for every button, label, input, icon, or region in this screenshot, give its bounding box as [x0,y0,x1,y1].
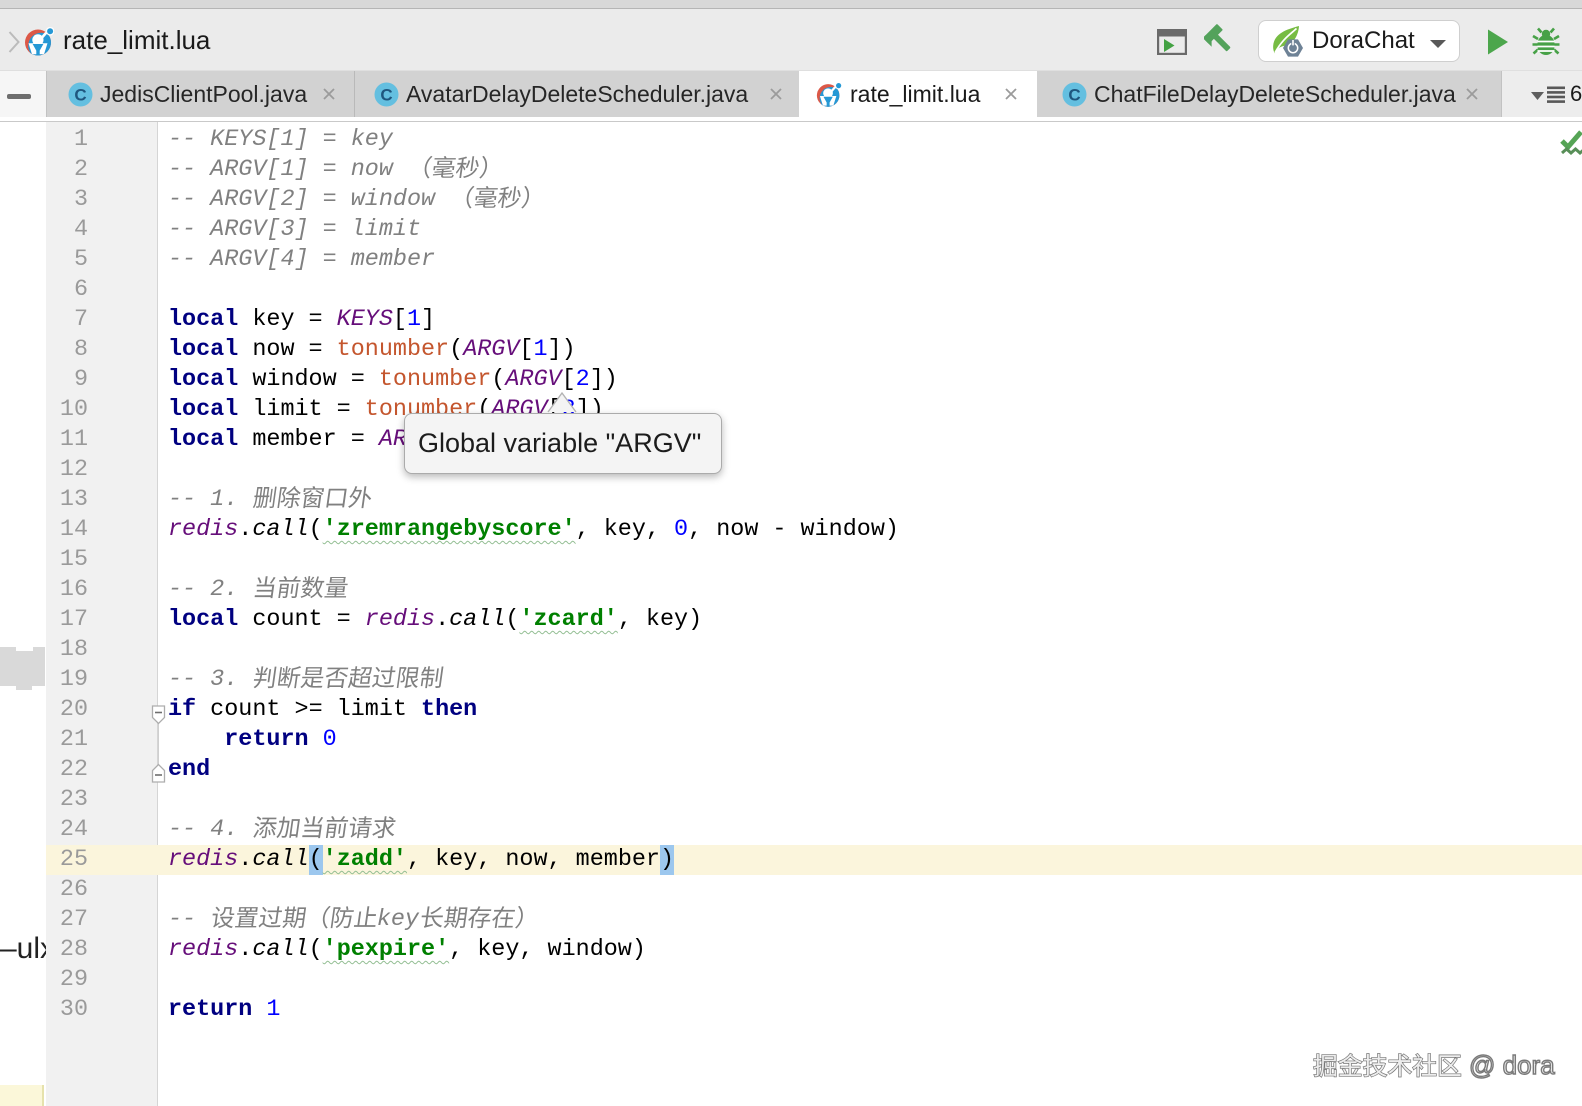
svg-text:C: C [74,86,86,105]
svg-text:C: C [1068,86,1080,105]
svg-text:C: C [380,86,392,105]
